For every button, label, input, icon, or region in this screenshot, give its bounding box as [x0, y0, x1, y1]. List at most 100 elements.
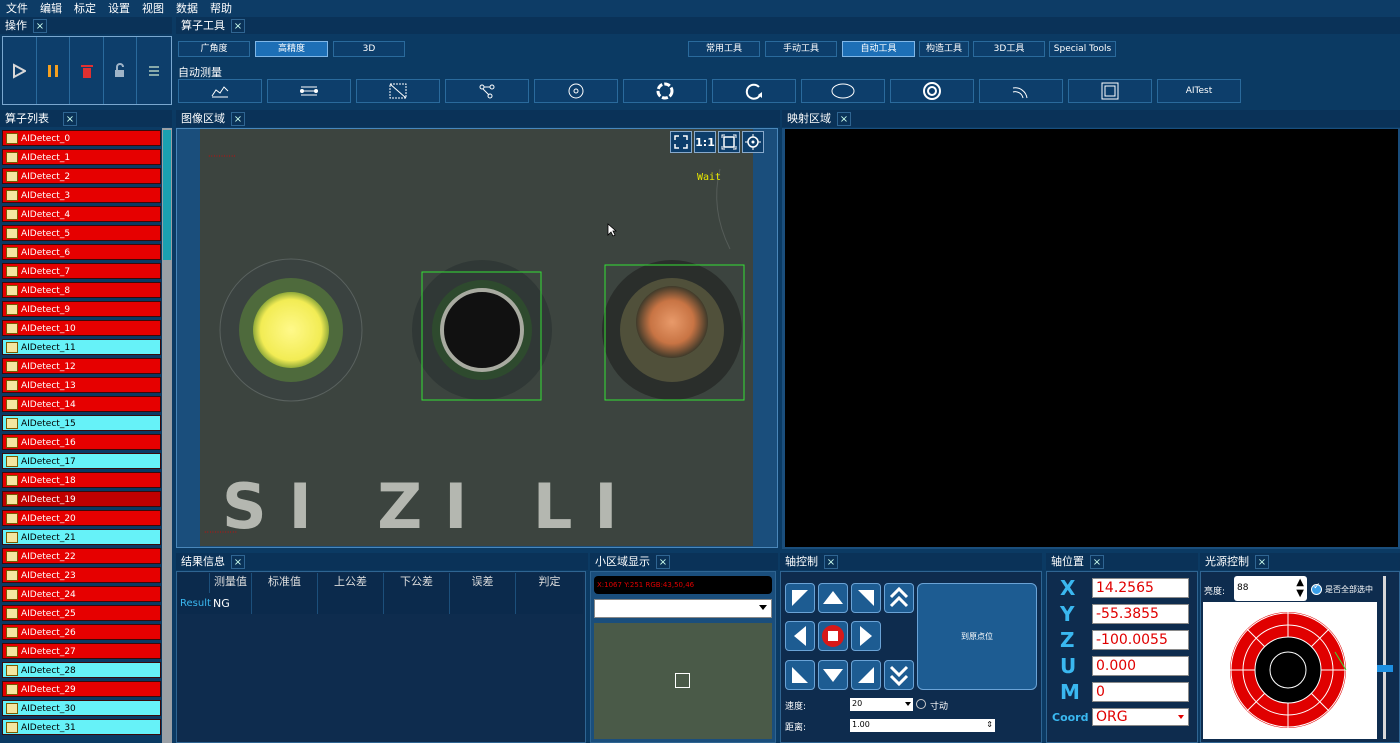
menu-edit[interactable]: 编辑 [34, 0, 68, 17]
list-item[interactable]: AIDetect_26 [2, 624, 161, 640]
list-item[interactable]: AIDetect_29 [2, 681, 161, 697]
list-item[interactable]: AIDetect_7 [2, 263, 161, 279]
tool-caliper[interactable] [267, 79, 351, 103]
speed-select[interactable]: 20 [850, 698, 913, 711]
list-item[interactable]: AIDetect_2 [2, 168, 161, 184]
jog-left-button[interactable] [785, 621, 815, 651]
menu-calibrate[interactable]: 标定 [68, 0, 102, 17]
list-item[interactable]: AIDetect_21 [2, 529, 161, 545]
select-all-checkbox[interactable]: ✓ [1311, 582, 1322, 595]
jog-up-left-button[interactable] [785, 583, 815, 613]
list-item[interactable]: AIDetect_8 [2, 282, 161, 298]
list-item[interactable]: AIDetect_0 [2, 130, 161, 146]
brightness-spinbox[interactable]: 88 ▲ ▼ [1234, 576, 1307, 601]
list-item[interactable]: AIDetect_11 [2, 339, 161, 355]
lens-tab-3d[interactable]: 3D [333, 41, 405, 57]
close-icon[interactable]: × [656, 554, 670, 569]
tab-construct-tools[interactable]: 构造工具 [919, 41, 969, 57]
close-icon[interactable]: × [63, 111, 77, 126]
list-item[interactable]: AIDetect_30 [2, 700, 161, 716]
coord-select[interactable]: ORG [1092, 708, 1189, 726]
list-item[interactable]: AIDetect_14 [2, 396, 161, 412]
actual-size-button[interactable]: 1:1 [694, 131, 716, 153]
lock-button[interactable] [104, 37, 138, 104]
lens-tab-precision[interactable]: 高精度 [255, 41, 328, 57]
list-item[interactable]: AIDetect_4 [2, 206, 161, 222]
jog-down-left-button[interactable] [785, 660, 815, 690]
menu-view[interactable]: 视图 [136, 0, 170, 17]
list-item[interactable]: AIDetect_24 [2, 586, 161, 602]
delete-button[interactable] [70, 37, 104, 104]
menu-button[interactable] [137, 37, 171, 104]
jog-up-right-button[interactable] [851, 583, 881, 613]
z-down-button[interactable] [884, 660, 914, 690]
list-item[interactable]: AIDetect_20 [2, 510, 161, 526]
menu-settings[interactable]: 设置 [102, 0, 136, 17]
light-slider-handle[interactable] [1377, 665, 1393, 672]
list-item[interactable]: AIDetect_13 [2, 377, 161, 393]
close-icon[interactable]: × [231, 554, 245, 569]
close-icon[interactable]: × [33, 18, 47, 33]
spin-up-icon[interactable]: ▲ [1296, 578, 1304, 588]
list-item[interactable]: AIDetect_22 [2, 548, 161, 564]
menu-help[interactable]: 帮助 [204, 0, 238, 17]
list-item[interactable]: AIDetect_23 [2, 567, 161, 583]
tab-common-tools[interactable]: 常用工具 [688, 41, 760, 57]
tab-auto-tools[interactable]: 自动工具 [842, 41, 915, 57]
pause-button[interactable] [37, 37, 71, 104]
tab-3d-tools[interactable]: 3D工具 [973, 41, 1045, 57]
list-item[interactable]: AIDetect_9 [2, 301, 161, 317]
lens-tab-wide[interactable]: 广角度 [178, 41, 250, 57]
list-item[interactable]: AIDetect_12 [2, 358, 161, 374]
tool-arc-band[interactable] [979, 79, 1063, 103]
close-icon[interactable]: × [231, 18, 245, 33]
spin-down-icon[interactable]: ▼ [1296, 589, 1304, 599]
go-home-button[interactable]: 到原点位 [917, 583, 1037, 690]
tool-aitest[interactable]: AITest [1157, 79, 1241, 103]
list-item[interactable]: AIDetect_17 [2, 453, 161, 469]
list-item[interactable]: AIDetect_15 [2, 415, 161, 431]
list-item[interactable]: AIDetect_18 [2, 472, 161, 488]
list-item[interactable]: AIDetect_31 [2, 719, 161, 735]
list-item[interactable]: AIDetect_1 [2, 149, 161, 165]
tool-arc[interactable] [712, 79, 796, 103]
tool-rect-line[interactable] [356, 79, 440, 103]
menu-data[interactable]: 数据 [170, 0, 204, 17]
distance-spinbox[interactable]: 1.00 ⇕ [850, 719, 995, 732]
jog-up-button[interactable] [818, 583, 848, 613]
fit-view-button[interactable] [670, 131, 692, 153]
zoom-region-button[interactable] [718, 131, 740, 153]
small-area-zoom[interactable] [594, 623, 772, 739]
tool-concentric[interactable] [890, 79, 974, 103]
jog-down-right-button[interactable] [851, 660, 881, 690]
list-item[interactable]: AIDetect_6 [2, 244, 161, 260]
small-area-select[interactable] [594, 599, 772, 618]
close-icon[interactable]: × [1255, 554, 1269, 569]
tool-circle[interactable] [534, 79, 618, 103]
list-item[interactable]: AIDetect_3 [2, 187, 161, 203]
close-icon[interactable]: × [231, 111, 245, 126]
list-item[interactable]: AIDetect_27 [2, 643, 161, 659]
light-slider-track[interactable] [1383, 576, 1386, 739]
jog-down-button[interactable] [818, 660, 848, 690]
tool-points[interactable] [445, 79, 529, 103]
list-item[interactable]: AIDetect_19 [2, 491, 161, 507]
tool-histogram[interactable] [178, 79, 262, 103]
list-item[interactable]: AIDetect_28 [2, 662, 161, 678]
close-icon[interactable]: × [1090, 554, 1104, 569]
stop-button[interactable] [818, 621, 848, 651]
table-row[interactable]: Result NG [178, 593, 583, 614]
tab-manual-tools[interactable]: 手动工具 [765, 41, 837, 57]
close-icon[interactable]: × [824, 554, 838, 569]
tab-special-tools[interactable]: Special Tools [1049, 41, 1116, 57]
tool-ellipse[interactable] [801, 79, 885, 103]
algo-list-scroll-thumb[interactable] [163, 130, 171, 260]
list-item[interactable]: AIDetect_16 [2, 434, 161, 450]
jog-right-button[interactable] [851, 621, 881, 651]
list-item[interactable]: AIDetect_25 [2, 605, 161, 621]
list-item[interactable]: AIDetect_10 [2, 320, 161, 336]
tool-ring[interactable] [623, 79, 707, 103]
play-button[interactable] [3, 37, 37, 104]
list-item[interactable]: AIDetect_5 [2, 225, 161, 241]
z-up-button[interactable] [884, 583, 914, 613]
